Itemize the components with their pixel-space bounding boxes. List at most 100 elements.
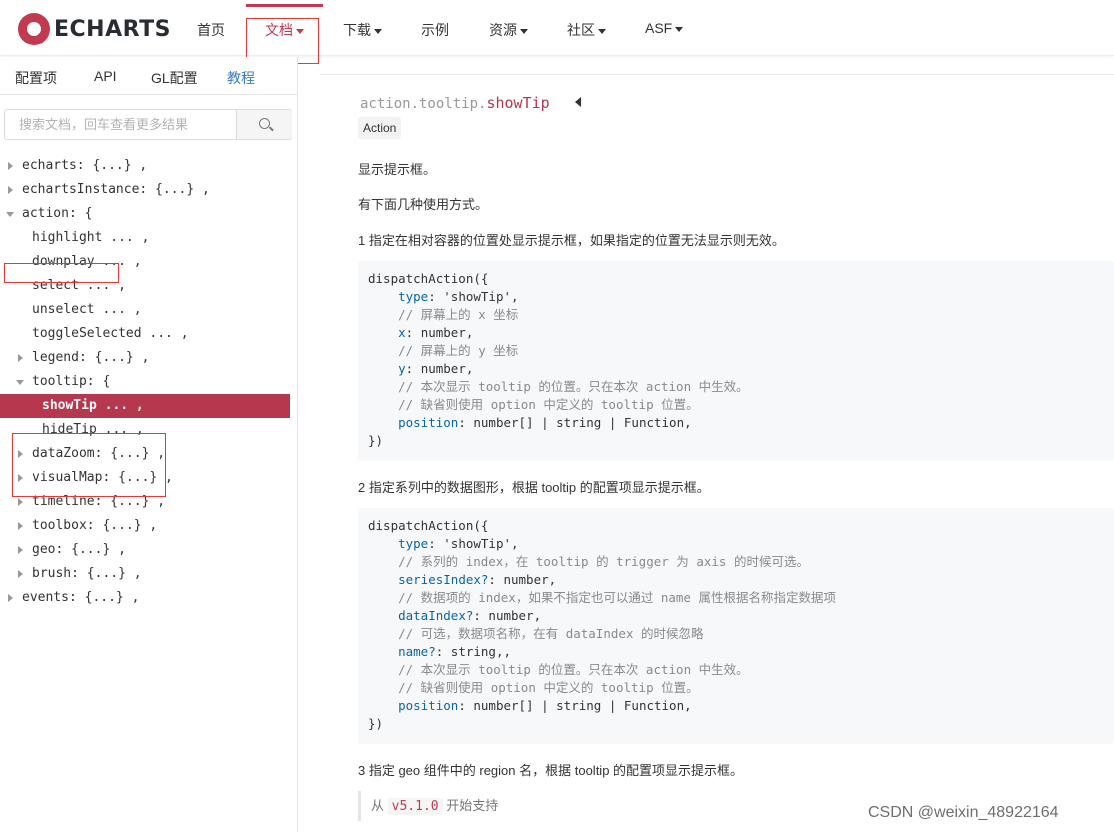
tree-item[interactable]: visualMap: {...} , [0, 466, 290, 490]
collapsed-triangle-icon[interactable] [18, 498, 23, 506]
doc-path-prefix: action.tooltip. [360, 96, 487, 112]
code-line: x: number, [398, 325, 474, 340]
tree-item[interactable]: highlight ... , [0, 226, 290, 250]
code-line: position: number[] | string | Function, [398, 415, 692, 430]
tree-item[interactable]: unselect ... , [0, 298, 290, 322]
tab-gl-option[interactable]: GL配置 [151, 68, 198, 88]
code-line: position: number[] | string | Function, [398, 698, 692, 713]
search-button[interactable] [236, 110, 292, 139]
nav-item-label: ASF [645, 20, 673, 36]
tree-item[interactable]: tooltip: { [0, 370, 290, 394]
nav-item-community[interactable]: 社区 [567, 20, 606, 40]
tree-item[interactable]: echartsInstance: {...} , [0, 178, 290, 202]
doc-paragraph: 1 指定在相对容器的位置处显示提示框，如果指定的位置无法显示则无效。 [358, 233, 785, 248]
tree-item[interactable]: toggleSelected ... , [0, 322, 290, 346]
collapsed-triangle-icon[interactable] [18, 474, 23, 482]
tab-tutorial[interactable]: 教程 [227, 68, 255, 88]
collapsed-triangle-icon[interactable] [18, 522, 23, 530]
expanded-triangle-icon[interactable] [6, 212, 14, 217]
nav-active-indicator [246, 4, 323, 7]
nav-item-examples[interactable]: 示例 [421, 20, 449, 40]
collapsed-triangle-icon[interactable] [8, 594, 13, 602]
code-line: // 本次显示 tooltip 的位置。只在本次 action 中生效。 [368, 379, 749, 394]
doc-content: action.tooltip.showTip Action 显示提示框。 有下面… [320, 74, 1114, 832]
tree-item-label: toolbox: {...} , [32, 518, 158, 533]
caret-down-icon [598, 28, 606, 34]
nav-item-asf[interactable]: ASF [645, 20, 684, 36]
top-navbar: ECHARTS 首页 文档 下载 示例 资源 社区 ASF [0, 0, 1114, 64]
since-version: v5.1.0 [387, 798, 443, 815]
nav-item-label: 下载 [343, 22, 371, 38]
echarts-logo[interactable]: ECHARTS [18, 13, 171, 45]
tab-option[interactable]: 配置项 [15, 68, 57, 88]
search-input[interactable] [5, 110, 237, 139]
sidebar: 配置项 API GL配置 教程 echarts: {...} , echartsI… [0, 57, 298, 832]
code-line: // 系列的 index，在 tooltip 的 trigger 为 axis … [368, 554, 809, 569]
tree-item-label: timeline: {...} , [32, 494, 166, 509]
expanded-triangle-icon[interactable] [16, 380, 24, 385]
doc-paragraph: 2 指定系列中的数据图形，根据 tooltip 的配置项显示提示框。 [358, 480, 710, 495]
tree-item-label: highlight ... , [32, 230, 150, 245]
nav-item-label: 社区 [567, 22, 595, 38]
tree-item[interactable]: echarts: {...} , [0, 154, 290, 178]
code-line: }) [368, 433, 384, 448]
watermark: CSDN @weixin_48922164 [868, 804, 1059, 821]
tree-item[interactable]: downplay ... , [0, 250, 290, 274]
collapsed-triangle-icon[interactable] [18, 354, 23, 362]
tree-item[interactable]: timeline: {...} , [0, 490, 290, 514]
code-line: dispatchAction({ [368, 518, 489, 533]
code-line: // 缺省则使用 option 中定义的 tooltip 位置。 [368, 680, 699, 695]
doc-paragraph: 有下面几种使用方式。 [358, 197, 489, 212]
tree-item[interactable]: brush: {...} , [0, 562, 290, 586]
nav-item-label: 资源 [489, 22, 517, 38]
tree-item-label: showTip ... , [42, 398, 144, 413]
nav-item-label: 首页 [197, 22, 225, 38]
caret-down-icon [675, 26, 684, 32]
tree-item-label: brush: {...} , [32, 566, 142, 581]
doc-paragraph: 显示提示框。 [358, 162, 437, 177]
tree-item-label: tooltip: { [32, 374, 111, 389]
code-line: dataIndex?: number, [398, 608, 542, 623]
tree-item-label: visualMap: {...} , [32, 470, 173, 485]
tree-item-label: unselect ... , [32, 302, 142, 317]
code-block: dispatchAction({ type: 'showTip', // 系列的… [358, 508, 1114, 744]
tree-item-label: action: { [22, 206, 93, 221]
code-line: seriesIndex?: number, [398, 572, 557, 587]
collapsed-triangle-icon[interactable] [8, 186, 13, 194]
nav-item-download[interactable]: 下载 [343, 20, 382, 40]
code-line: // 屏幕上的 x 坐标 [368, 307, 519, 322]
nav-item-docs[interactable]: 文档 [265, 20, 304, 40]
tree-item[interactable]: select ... , [0, 274, 290, 298]
tree-item[interactable]: geo: {...} , [0, 538, 290, 562]
tree-item[interactable]: action: { [0, 202, 290, 226]
nav-item-label: 文档 [265, 22, 293, 38]
tree-item-label: toggleSelected ... , [32, 326, 189, 341]
collapsed-triangle-icon[interactable] [18, 546, 23, 554]
doc-paragraph: 3 指定 geo 组件中的 region 名，根据 tooltip 的配置项显示… [358, 763, 744, 778]
nav-item-home[interactable]: 首页 [197, 20, 225, 40]
caret-down-icon [374, 28, 382, 34]
doc-path-key: showTip [486, 94, 550, 112]
code-line: name?: string,, [398, 644, 512, 659]
code-line: // 屏幕上的 y 坐标 [368, 343, 519, 358]
tree-item[interactable]: hideTip ... , [0, 418, 290, 442]
tree-item[interactable]: showTip ... , [0, 394, 290, 418]
nav-item-resources[interactable]: 资源 [489, 20, 528, 40]
tree-item[interactable]: legend: {...} , [0, 346, 290, 370]
collapsed-triangle-icon[interactable] [18, 450, 23, 458]
collapse-triangle-icon[interactable] [575, 97, 581, 107]
collapsed-triangle-icon[interactable] [18, 570, 23, 578]
code-line: y: number, [398, 361, 474, 376]
caret-down-icon [296, 28, 304, 34]
collapsed-triangle-icon[interactable] [8, 162, 13, 170]
code-line: dispatchAction({ [368, 271, 489, 286]
logo-text: ECHARTS [54, 16, 171, 42]
tree-item[interactable]: events: {...} , [0, 586, 290, 610]
tab-api[interactable]: API [94, 68, 117, 84]
code-line: }) [368, 716, 384, 731]
tree-item[interactable]: toolbox: {...} , [0, 514, 290, 538]
tree-item[interactable]: dataZoom: {...} , [0, 442, 290, 466]
caret-down-icon [520, 28, 528, 34]
logo-mark-icon [18, 13, 50, 45]
tree-item-label: select ... , [32, 278, 126, 293]
